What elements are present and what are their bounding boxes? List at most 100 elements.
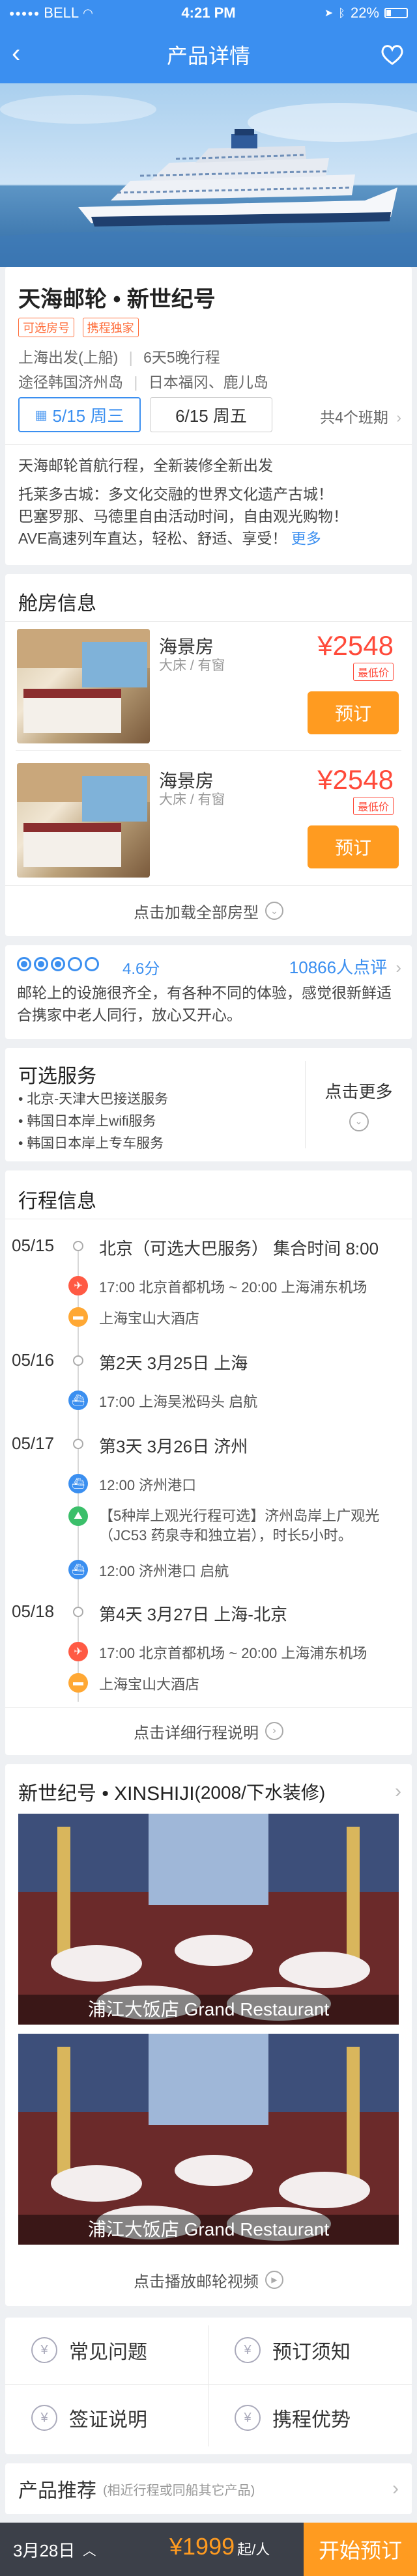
restaurant-image[interactable]: 浦江大饭店 Grand Restaurant <box>18 2034 399 2245</box>
bottom-booking-bar: 3月28日 ︿ ¥1999 起/人 开始预订 <box>0 2523 417 2576</box>
timeline-dot <box>73 1355 83 1366</box>
back-icon[interactable]: ‹ <box>12 40 20 66</box>
room-image[interactable] <box>17 763 150 878</box>
itinerary-detail-button[interactable]: 点击详细行程说明 › <box>5 1707 412 1755</box>
desc-line: 托莱多古城：多文化交融的世界文化遗产古城！ <box>18 486 333 503</box>
faq-label: 常见问题 <box>69 2342 147 2363</box>
product-title: 天海邮轮 • 新世纪号 <box>18 287 216 312</box>
heart-icon[interactable] <box>379 42 405 68</box>
tag-exclusive: 携程独家 <box>82 318 139 337</box>
services-more-label: 点击更多 <box>324 1081 393 1101</box>
tag-room-selectable: 可选房号 <box>18 318 74 337</box>
itinerary-detail-label: 点击详细行程说明 <box>134 1724 259 1742</box>
schedule-count: 共4个班期 <box>320 409 388 426</box>
chevron-right-icon: › <box>395 958 401 977</box>
room-sub: 大床 / 有窗 <box>159 658 225 673</box>
lowest-price-badge: 最低价 <box>352 797 394 815</box>
section-title: 舱房信息 <box>18 593 96 615</box>
tour-detail: （JC53 药泉寺和独立岩），时长5小时。 <box>99 1527 352 1544</box>
ship-title-link[interactable]: 新世纪号 • XINSHIJI (2008/下水装修) › <box>18 1777 401 1806</box>
advantage-label: 携程优势 <box>272 2409 351 2431</box>
hotel-icon: ▬ <box>68 1673 88 1693</box>
section-title: 可选服务 <box>18 1066 96 1087</box>
timeline-dot <box>73 1439 83 1449</box>
itinerary-card: 行程信息 05/15 北京（可选大巴服务） 集合时间 8:00 ✈ 17:00 … <box>5 1170 412 1755</box>
load-all-rooms-button[interactable]: 点击加载全部房型 ⌄ <box>5 885 412 936</box>
play-circle-icon: ▶ <box>265 2271 283 2289</box>
timeline-dot <box>73 1607 83 1617</box>
battery-percent: 22% <box>350 5 379 21</box>
flight-detail: 17:00 北京首都机场 ~ 20:00 上海浦东机场 <box>99 1645 367 1661</box>
start-booking-button[interactable]: 开始预订 <box>304 2523 417 2576</box>
product-recommend-row[interactable]: 产品推荐 (相近行程或同船其它产品) › <box>5 2463 412 2514</box>
page-title: 产品详情 <box>166 44 250 68</box>
faq-link[interactable]: ¥ 常见问题 <box>5 2318 208 2383</box>
date-option-button[interactable]: 6/15 周五 <box>150 397 272 432</box>
play-video-label: 点击播放邮轮视频 <box>134 2273 259 2291</box>
tour-detail: 【5种岸上观光行程可选】济州岛岸上广观光 <box>99 1508 380 1524</box>
section-title: 行程信息 <box>18 1191 96 1212</box>
room-sub: 大床 / 有窗 <box>159 792 225 807</box>
duration-text: 6天5晚行程 <box>143 349 220 366</box>
port-depart-detail: 12:00 济州港口 启航 <box>99 1563 229 1579</box>
flight-icon: ✈ <box>68 1276 88 1295</box>
bluetooth-icon: ᛒ <box>338 6 345 20</box>
rating-dot-empty-icon <box>68 957 82 971</box>
review-score: 4.6分 <box>122 960 160 978</box>
more-link[interactable]: 更多 <box>291 530 321 547</box>
hotel-icon: ▬ <box>68 1307 88 1327</box>
departure-text: 上海出发(上船) <box>18 349 119 366</box>
location-icon: ➤ <box>324 8 334 19</box>
clock: 4:21 PM <box>181 5 236 21</box>
chevron-up-icon: ︿ <box>83 2543 96 2558</box>
room-price: ¥2548 <box>317 630 394 661</box>
book-room-button[interactable]: 预订 <box>308 825 399 868</box>
booking-notice-link[interactable]: ¥ 预订须知 <box>208 2318 412 2383</box>
chevron-right-icon: › <box>396 409 401 426</box>
yen-icon: ¥ <box>235 2405 261 2431</box>
product-info-card: 天海邮轮 • 新世纪号 可选房号 携程独家 上海出发(上船) | 6天5晚行程 … <box>5 267 412 565</box>
rating-dot-empty-icon <box>85 957 99 971</box>
day-heading: 第4天 3月27日 上海-北京 <box>99 1605 287 1624</box>
booking-notice-label: 预订须知 <box>272 2342 351 2363</box>
ship-title-suffix: (2008/下水装修) <box>194 1782 326 1803</box>
chevron-down-circle-icon: ⌄ <box>265 902 283 920</box>
day-heading: 第3天 3月26日 济州 <box>99 1437 248 1456</box>
hotel-detail: 上海宝山大酒店 <box>99 1676 200 1693</box>
lowest-price-badge: 最低价 <box>352 663 394 681</box>
book-room-button[interactable]: 预订 <box>308 691 399 734</box>
date-selected-button[interactable]: ▦ 5/15 周三 <box>18 397 141 432</box>
visa-link[interactable]: ¥ 签证说明 <box>5 2385 208 2450</box>
schedule-count-link[interactable]: 共4个班期 › <box>320 405 401 427</box>
ship-icon: ⛴ <box>68 1391 88 1410</box>
load-all-label: 点击加载全部房型 <box>134 904 259 922</box>
desc-line: 天海邮轮首航行程，全新装修全新出发 <box>18 457 273 474</box>
rating-dot-filled-icon <box>17 957 31 971</box>
hotel-detail: 上海宝山大酒店 <box>99 1310 200 1327</box>
optional-services-card: 可选服务 • 北京-天津大巴接送服务 • 韩国日本岸上wifi服务 • 韩国日本… <box>5 1048 412 1161</box>
advantage-link[interactable]: ¥ 携程优势 <box>208 2385 412 2450</box>
route-ports: 日本福冈、鹿儿岛 <box>148 374 268 391</box>
restaurant-image[interactable]: 浦江大饭店 Grand Restaurant <box>18 1814 399 2025</box>
day-date: 05/17 <box>12 1433 55 1453</box>
date-selector[interactable]: 3月28日 ︿ <box>0 2538 156 2562</box>
restaurant-caption: 浦江大饭店 Grand Restaurant <box>18 2215 399 2245</box>
room-image[interactable] <box>17 629 150 743</box>
bottom-date: 3月28日 <box>13 2540 76 2560</box>
play-video-button[interactable]: 点击播放邮轮视频 ▶ <box>5 2254 412 2306</box>
battery-icon <box>384 8 408 18</box>
timeline-dot <box>73 1241 83 1251</box>
recommend-title: 产品推荐 <box>18 2480 96 2502</box>
restaurant-caption: 浦江大饭店 Grand Restaurant <box>18 1995 399 2025</box>
chevron-right-icon: › <box>392 2478 399 2499</box>
chevron-down-circle-icon: ⌄ <box>349 1111 369 1131</box>
review-count-link[interactable]: 10866人点评 › <box>289 954 401 978</box>
ship-icon: ⛴ <box>68 1560 88 1579</box>
ship-title: 新世纪号 • XINSHIJI <box>18 1783 195 1805</box>
service-item: • 韩国日本岸上专车服务 <box>18 1136 164 1151</box>
day-date: 05/15 <box>12 1236 55 1255</box>
wifi-icon: ◠ <box>83 6 93 20</box>
bottom-price: ¥1999 <box>169 2533 235 2560</box>
services-more-button[interactable]: 点击更多 ⌄ <box>306 1048 412 1161</box>
review-card[interactable]: 4.6分 10866人点评 › 邮轮上的设施很齐全，有各种不同的体验，感觉很新鲜… <box>5 945 412 1039</box>
